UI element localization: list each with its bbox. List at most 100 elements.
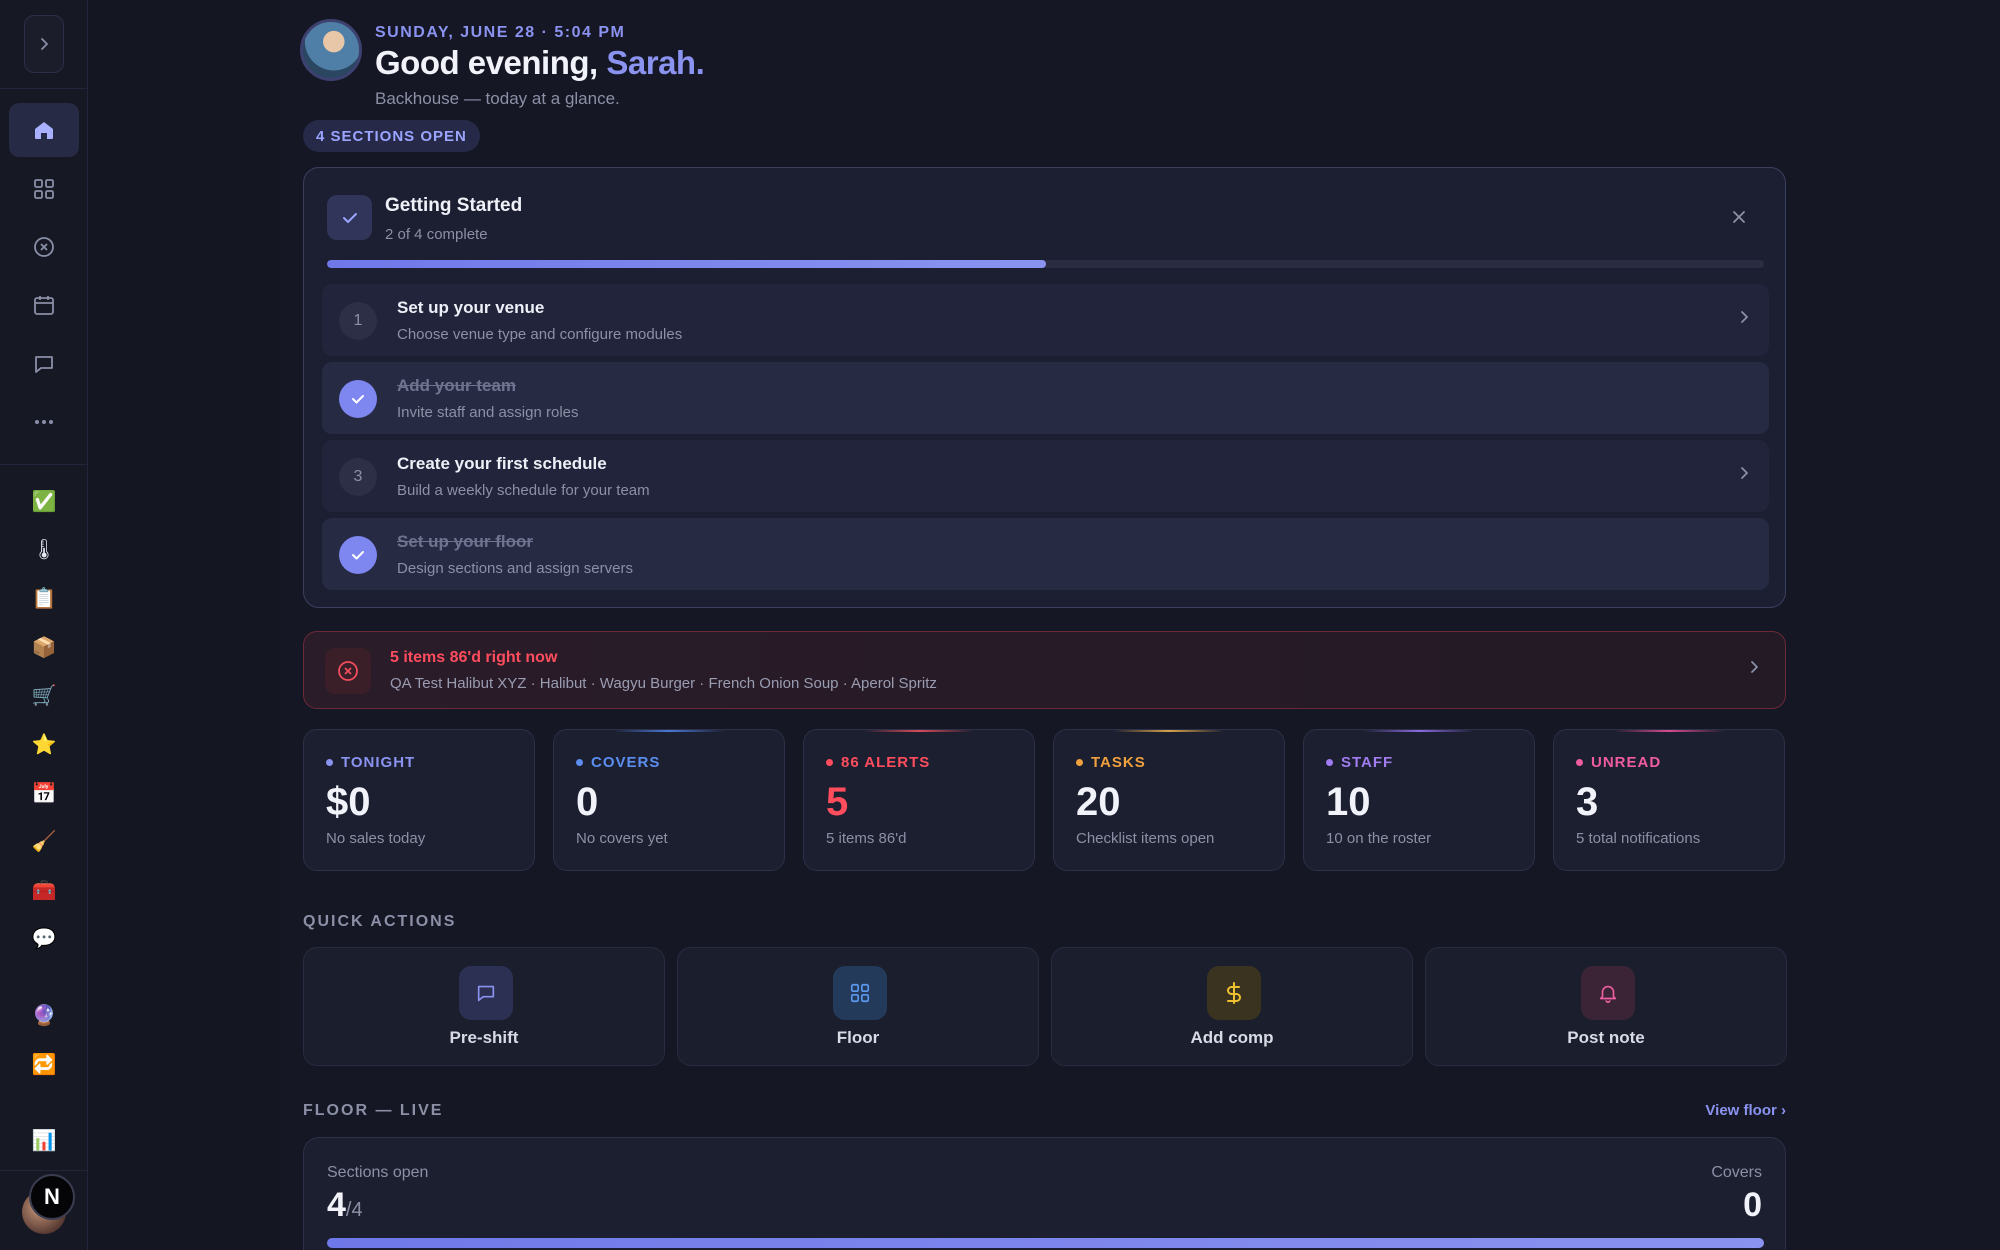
app-shortcut-icon[interactable]: 📋 <box>24 581 64 617</box>
step-description: Design sections and assign servers <box>397 560 633 577</box>
stat-card-tonight[interactable]: TONIGHT $0 No sales today <box>303 729 535 871</box>
quick-action-pre-shift[interactable]: Pre-shift <box>303 947 665 1066</box>
date-time: SUNDAY, JUNE 28 · 5:04 PM <box>375 24 626 41</box>
app-shortcut-icon[interactable]: 📦 <box>24 630 64 666</box>
quick-action-post-note[interactable]: Post note <box>1425 947 1787 1066</box>
progress-fill <box>327 1238 1764 1248</box>
stat-note: Checklist items open <box>1076 830 1215 847</box>
stat-label: TONIGHT <box>326 754 415 771</box>
app-shortcut-icon[interactable]: 📊 <box>24 1123 64 1159</box>
status-dot <box>576 759 583 766</box>
app-shortcut-icon[interactable]: 💬 <box>24 921 64 957</box>
step-title: Set up your venue <box>397 298 545 317</box>
chevron-right-icon <box>1747 660 1761 674</box>
app-shortcut-icon[interactable]: 🔮 <box>24 998 64 1034</box>
getting-started-progress-text: 2 of 4 complete <box>385 226 488 243</box>
stat-label: 86 ALERTS <box>826 754 930 771</box>
app-emoji: ✅ <box>31 491 57 513</box>
app-shortcut-icon[interactable]: 🛒 <box>24 678 64 714</box>
nav-more[interactable] <box>9 395 79 449</box>
profile-avatar[interactable] <box>300 19 362 81</box>
onboarding-step[interactable]: Set up your floor Design sections and ass… <box>322 518 1769 590</box>
close-icon[interactable] <box>1731 209 1747 225</box>
calendar-icon <box>34 296 54 315</box>
sections-total: /4 <box>345 1199 363 1221</box>
stat-value: 5 <box>826 780 849 824</box>
app-emoji: 🔮 <box>31 1005 57 1027</box>
stat-label-text: TASKS <box>1091 754 1146 771</box>
grid-icon <box>34 179 54 199</box>
app-shortcut-icon[interactable]: 🧹 <box>24 824 64 860</box>
sidebar-expand-button[interactable] <box>24 15 64 73</box>
floor-live-card: Sections open 4/4 Covers 0 <box>303 1137 1786 1250</box>
sidebar-divider <box>0 1170 88 1171</box>
stat-label: TASKS <box>1076 754 1146 771</box>
onboarding-step[interactable]: 1 Set up your venue Choose venue type and … <box>322 284 1769 356</box>
nav-86[interactable] <box>9 220 79 274</box>
sections-count: 4 <box>327 1186 346 1224</box>
step-number: 3 <box>339 458 377 496</box>
covers-value: 0 <box>1743 1186 1762 1224</box>
app-shortcut-icon[interactable]: 🔁 <box>24 1047 64 1083</box>
stat-card-tasks[interactable]: TASKS 20 Checklist items open <box>1053 729 1285 871</box>
stat-card-unread[interactable]: UNREAD 3 5 total notifications <box>1553 729 1785 871</box>
app-shortcut-icon[interactable]: 📅 <box>24 776 64 812</box>
status-dot <box>1076 759 1083 766</box>
app-emoji: 🧹 <box>31 831 57 853</box>
app-emoji: 📋 <box>31 588 57 610</box>
app-emoji: 📊 <box>31 1130 57 1152</box>
user-initial-badge[interactable]: N <box>29 1174 75 1220</box>
view-floor-link[interactable]: View floor › <box>1705 1102 1786 1119</box>
status-dot <box>826 759 833 766</box>
step-description: Choose venue type and configure modules <box>397 326 683 343</box>
nav-home[interactable] <box>9 103 79 157</box>
sidebar-divider <box>0 464 88 465</box>
nav-messages[interactable] <box>9 337 79 391</box>
onboarding-step[interactable]: Add your team Invite staff and assign rol… <box>322 362 1769 434</box>
app-emoji: ⭐ <box>31 734 57 756</box>
onboarding-step[interactable]: 3 Create your first schedule Build a weekl… <box>322 440 1769 512</box>
quick-action-label: Add comp <box>1190 1028 1274 1047</box>
app-shortcut-icon[interactable]: 🌡 <box>24 532 64 568</box>
stat-label: COVERS <box>576 754 660 771</box>
app-shortcut-icon[interactable]: 🧰 <box>24 873 64 909</box>
sections-open-badge: 4 SECTIONS OPEN <box>303 120 480 152</box>
status-dot <box>326 759 333 766</box>
quick-action-label: Post note <box>1567 1028 1645 1047</box>
x-circle-icon <box>34 237 54 257</box>
stat-card-covers[interactable]: COVERS 0 No covers yet <box>553 729 785 871</box>
greeting-text: Good evening, <box>375 44 598 81</box>
stat-note: 10 on the roster <box>1326 830 1432 847</box>
app-shortcut-icon[interactable]: ⭐ <box>24 727 64 763</box>
quick-action-floor[interactable]: Floor <box>677 947 1039 1066</box>
user-name: Sarah. <box>606 44 705 81</box>
app-emoji: 🧰 <box>31 880 57 902</box>
stat-card-staff[interactable]: STAFF 10 10 on the roster <box>1303 729 1535 871</box>
stat-note: No covers yet <box>576 830 668 847</box>
stat-card-86-alerts[interactable]: 86 ALERTS 5 5 items 86'd <box>803 729 1035 871</box>
stat-label-text: COVERS <box>591 754 661 771</box>
step-title: Add your team <box>397 376 517 395</box>
alert-item-list: QA Test Halibut XYZ · Halibut · Wagyu Bu… <box>390 675 937 692</box>
getting-started-card: Getting Started 2 of 4 complete 1 Set up … <box>303 167 1786 608</box>
nav-calendar[interactable] <box>9 278 79 332</box>
quick-action-label: Floor <box>836 1028 880 1047</box>
quick-actions-heading: QUICK ACTIONS <box>303 913 457 930</box>
app-shortcut-icon[interactable]: ✅ <box>24 484 64 520</box>
grid-icon <box>833 966 887 1020</box>
sections-open-label: Sections open <box>327 1164 429 1181</box>
quick-action-label: Pre-shift <box>449 1028 519 1047</box>
stat-value: 3 <box>1576 780 1599 824</box>
alert-title: 5 items 86'd right now <box>390 649 558 666</box>
status-dot <box>1326 759 1333 766</box>
floor-progress-bar <box>327 1238 1764 1248</box>
nav-grid[interactable] <box>9 162 79 216</box>
getting-started-title: Getting Started <box>385 195 523 216</box>
stat-note: 5 items 86'd <box>826 830 907 847</box>
quick-action-add-comp[interactable]: Add comp <box>1051 947 1413 1066</box>
app-emoji: 🌡 <box>31 539 57 561</box>
chevron-right-icon <box>1737 466 1751 480</box>
86-alert-banner[interactable]: 5 items 86'd right now QA Test Halibut X… <box>303 631 1786 709</box>
step-title: Set up your floor <box>397 532 533 551</box>
stat-value: 10 <box>1326 780 1371 824</box>
